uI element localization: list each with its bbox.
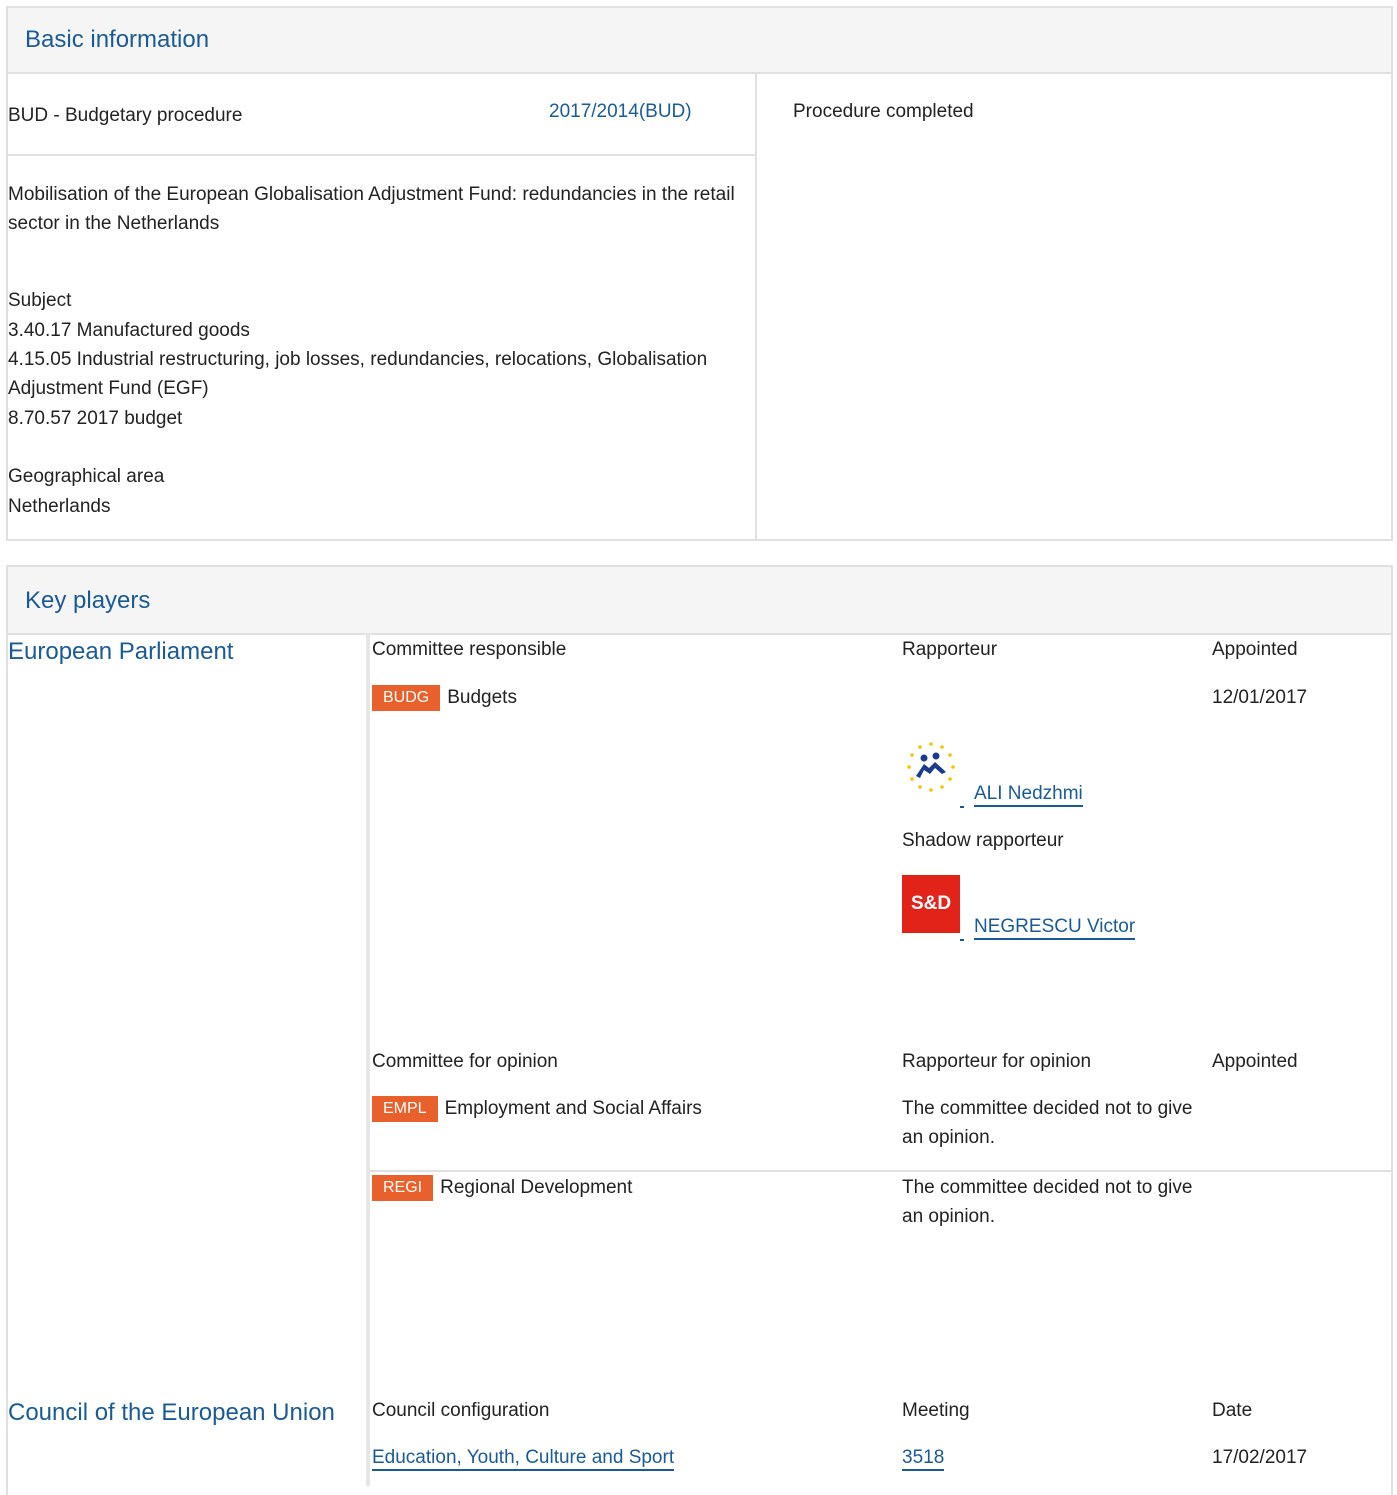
committee-responsible-row: BUDG Budgets xyxy=(372,683,517,712)
alde-group-logo-icon xyxy=(907,742,955,792)
procedure-type: BUD - Budgetary procedure xyxy=(8,105,243,126)
european-parliament-link[interactable]: European Parliament xyxy=(8,636,233,668)
key-players-panel: Key players xyxy=(6,565,1393,1495)
basic-information-title: Basic information xyxy=(25,26,210,53)
basic-information-header: Basic information xyxy=(8,8,1391,74)
committee-code-badge: BUDG xyxy=(372,685,441,711)
opinion-committee-row: EMPL Employment and Social Affairs xyxy=(372,1094,702,1123)
players-column-divider xyxy=(366,633,370,1486)
column-divider xyxy=(755,74,757,541)
rapporteur-opinion-header: Rapporteur for opinion xyxy=(902,1051,1092,1072)
committee-code-badge: EMPL xyxy=(372,1096,438,1122)
opinion-committee-row: REGI Regional Development xyxy=(372,1173,632,1202)
date-header: Date xyxy=(1212,1400,1253,1421)
committee-responsible-header: Committee responsible xyxy=(372,639,567,660)
appointed-date: 12/01/2017 xyxy=(1212,687,1308,708)
procedure-status: Procedure completed xyxy=(793,101,974,122)
logo-underline xyxy=(960,806,964,808)
council-configuration-header: Council configuration xyxy=(372,1400,550,1421)
subject-item: 3.40.17 Manufactured goods xyxy=(8,320,250,341)
committee-name: Employment and Social Affairs xyxy=(444,1098,702,1119)
subject-item: 8.70.57 2017 budget xyxy=(8,408,183,429)
appointed-opinion-header: Appointed xyxy=(1212,1051,1298,1072)
committee-name: Regional Development xyxy=(440,1177,633,1198)
rapporteur-header: Rapporteur xyxy=(902,639,998,660)
procedure-description: Mobilisation of the European Globalisati… xyxy=(8,184,735,234)
shadow-rapporteur-link[interactable]: NEGRESCU Victor xyxy=(974,912,1136,941)
meeting-header: Meeting xyxy=(902,1400,970,1421)
logo-underline xyxy=(960,939,964,941)
geographical-area-value: Netherlands xyxy=(8,496,111,517)
committee-name: Budgets xyxy=(447,687,517,708)
appointed-header: Appointed xyxy=(1212,639,1298,660)
council-configuration-link[interactable]: Education, Youth, Culture and Sport xyxy=(372,1443,675,1472)
opinion-note: The committee decided not to give an opi… xyxy=(902,1098,1193,1148)
rapporteur-link[interactable]: ALI Nedzhmi xyxy=(974,779,1083,808)
council-link[interactable]: Council of the European Union xyxy=(8,1397,335,1429)
geographical-area-label: Geographical area xyxy=(8,466,165,487)
key-players-title: Key players xyxy=(25,587,151,614)
subject-label: Subject xyxy=(8,290,72,311)
subject-item: 4.15.05 Industrial restructuring, job lo… xyxy=(8,349,708,399)
basic-information-panel: Basic information BUD - Budgetary proced… xyxy=(6,6,1393,541)
meeting-link[interactable]: 3518 xyxy=(902,1443,945,1472)
opinion-row-divider xyxy=(370,1170,1393,1172)
opinion-note: The committee decided not to give an opi… xyxy=(902,1177,1193,1227)
key-players-header: Key players xyxy=(8,567,1391,635)
procedure-reference-link[interactable]: 2017/2014(BUD) xyxy=(549,97,692,126)
committee-code-badge: REGI xyxy=(372,1175,434,1201)
row-divider xyxy=(8,154,755,156)
shadow-rapporteur-label: Shadow rapporteur xyxy=(902,830,1064,851)
meeting-date: 17/02/2017 xyxy=(1212,1447,1308,1468)
sd-group-logo-icon: S&D xyxy=(902,875,960,933)
committee-opinion-header: Committee for opinion xyxy=(372,1051,558,1072)
